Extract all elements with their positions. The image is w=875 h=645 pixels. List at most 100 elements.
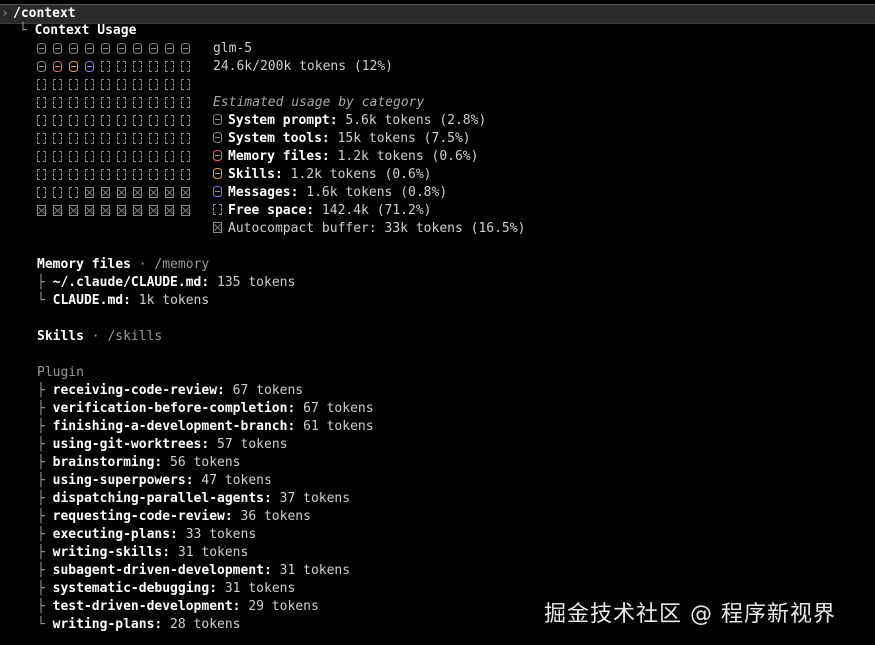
free-cell: [181, 97, 190, 108]
free-cell: [69, 151, 78, 162]
free-cell: [149, 97, 158, 108]
free-cell: [69, 169, 78, 180]
system-cell: [165, 43, 174, 54]
free-cell: [53, 115, 62, 126]
skills-title: Skills: [37, 329, 84, 344]
free-cell: [37, 169, 46, 180]
item-name: brainstorming:: [52, 455, 163, 470]
system-cell: [117, 43, 126, 54]
buffer-cell: [101, 205, 110, 216]
usage-grid-row: [37, 94, 197, 112]
tree-branch-icon: ├: [37, 437, 53, 452]
database-icon: [213, 150, 222, 161]
free-cell: [101, 151, 110, 162]
command-bar: › /context: [0, 4, 875, 24]
memory-cell: [53, 61, 62, 72]
skill-item: ├ dispatching-parallel-agents: 37 tokens: [37, 490, 350, 508]
system-cell: [53, 43, 62, 54]
free-cell: [53, 79, 62, 90]
free-cell: [37, 79, 46, 90]
buffer-icon: [213, 222, 222, 233]
free-cell: [133, 133, 142, 144]
tree-branch-icon: └: [37, 617, 53, 632]
memory-file-item: ├ ~/.claude/CLAUDE.md: 135 tokens: [37, 274, 295, 292]
free-cell: [117, 151, 126, 162]
skill-item: ├ test-driven-development: 29 tokens: [37, 598, 319, 616]
tree-branch-icon: ├: [37, 491, 53, 506]
category-value: Autocompact buffer: 33k tokens (16.5%): [228, 221, 526, 236]
tree-branch-icon: ├: [37, 455, 53, 470]
free-cell: [181, 61, 190, 72]
category-value: 15k tokens (7.5%): [329, 131, 471, 146]
free-cell: [101, 61, 110, 72]
tree-branch-icon: ├: [37, 275, 53, 290]
usage-grid-row: [37, 184, 197, 202]
free-cell: [149, 115, 158, 126]
free-cell: [101, 97, 110, 108]
item-name: subagent-driven-development:: [52, 563, 272, 578]
item-tokens: 135 tokens: [209, 275, 296, 290]
category-value: 5.6k tokens (2.8%): [337, 113, 487, 128]
buffer-cell: [149, 205, 158, 216]
buffer-cell: [37, 205, 46, 216]
free-cell: [69, 115, 78, 126]
memory-files-sep: ·: [130, 257, 155, 272]
memory-file-item: └ CLAUDE.md: 1k tokens: [37, 292, 209, 310]
category-messages: Messages: 1.6k tokens (0.8%): [213, 184, 447, 202]
item-tokens: 28 tokens: [162, 617, 241, 632]
usage-grid-row: [37, 166, 197, 184]
free-cell: [149, 61, 158, 72]
free-cell: [85, 169, 94, 180]
item-tokens: 67 tokens: [295, 401, 374, 416]
buffer-cell: [117, 205, 126, 216]
usage-grid-row: [37, 40, 197, 58]
database-icon: [213, 132, 222, 143]
free-cell: [117, 133, 126, 144]
context-usage-header: └ Context Usage: [19, 22, 136, 40]
free-cell: [165, 133, 174, 144]
tree-branch-icon: ├: [37, 473, 53, 488]
free-cell: [69, 79, 78, 90]
free-cell: [69, 133, 78, 144]
free-cell: [149, 133, 158, 144]
item-tokens: 37 tokens: [271, 491, 351, 506]
free-cell: [101, 79, 110, 90]
tree-branch-icon: ├: [37, 581, 53, 596]
usage-grid-row: [37, 202, 197, 220]
skill-item: ├ using-git-worktrees: 57 tokens: [37, 436, 287, 454]
free-cell: [165, 61, 174, 72]
free-cell: [101, 115, 110, 126]
item-name: test-driven-development:: [52, 599, 241, 614]
item-tokens: 31 tokens: [217, 581, 296, 596]
skill-item: ├ brainstorming: 56 tokens: [37, 454, 241, 472]
skills-header: Skills · /skills: [37, 328, 162, 346]
system-cell: [101, 43, 110, 54]
buffer-cell: [85, 187, 94, 198]
free-cell: [165, 151, 174, 162]
item-name: verification-before-completion:: [52, 401, 296, 416]
free-cell: [165, 115, 174, 126]
category-buffer: Autocompact buffer: 33k tokens (16.5%): [213, 220, 525, 238]
free-cell: [85, 151, 94, 162]
free-cell: [133, 61, 142, 72]
item-name: using-git-worktrees:: [52, 437, 210, 452]
free-cell: [37, 187, 46, 198]
token-usage-summary: 24.6k/200k tokens (12%): [213, 59, 394, 74]
free-cell: [117, 61, 126, 72]
skills-sep: ·: [83, 329, 108, 344]
item-name: finishing-a-development-branch:: [52, 419, 296, 434]
model-name: glm-5: [213, 41, 253, 56]
item-name: dispatching-parallel-agents:: [52, 491, 272, 506]
item-tokens: 33 tokens: [177, 527, 257, 542]
free-cell: [165, 97, 174, 108]
category-label: System tools:: [228, 131, 330, 146]
item-tokens: 31 tokens: [271, 563, 351, 578]
system-cell: [181, 43, 190, 54]
free-cell: [181, 79, 190, 90]
usage-grid-row: [37, 76, 197, 94]
system-cell: [85, 43, 94, 54]
tree-branch-icon: ├: [37, 599, 53, 614]
tree-branch-icon: ├: [37, 527, 53, 542]
system-cell: [149, 43, 158, 54]
free-cell: [165, 79, 174, 90]
